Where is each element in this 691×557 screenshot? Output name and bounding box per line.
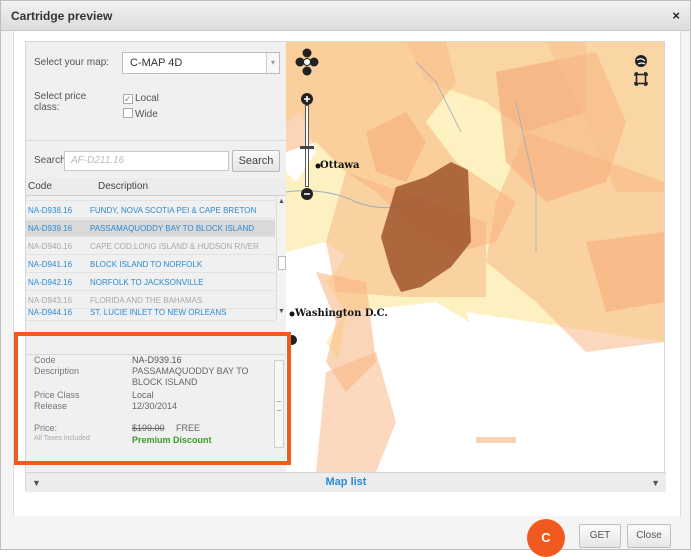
map-list-bar[interactable]: ▼ Map list ▼	[26, 472, 666, 492]
step-badge: C	[527, 519, 565, 557]
list-header: Code Description	[26, 178, 286, 196]
checkbox-icon[interactable]	[123, 108, 133, 118]
list-row-partial	[26, 196, 275, 201]
map-select[interactable]: C-MAP 4D ▾	[122, 52, 280, 74]
dropdown-arrow-icon[interactable]: ▾	[266, 53, 279, 73]
row-code: NA-D942.16	[28, 278, 73, 287]
detail-price-class-label: Price Class	[34, 390, 80, 400]
map-label-washington: Washington D.C.	[295, 308, 388, 319]
left-panel: Select your map: C-MAP 4D ▾ Select price…	[26, 42, 286, 472]
row-code: NA-D944.16	[28, 308, 73, 317]
map-view[interactable]: Ottawa Washington D.C.	[286, 42, 664, 472]
close-icon[interactable]: ×	[672, 8, 680, 23]
map-canvas	[286, 42, 664, 472]
details-scrollbar[interactable]	[274, 360, 284, 448]
get-button[interactable]: GET	[579, 524, 621, 548]
detail-release-value: 12/30/2014	[132, 401, 178, 411]
row-code: NA-D941.16	[28, 260, 73, 269]
search-button[interactable]: Search	[232, 150, 280, 172]
option-local-label: Local	[135, 93, 159, 104]
col-code: Code	[28, 181, 52, 192]
map-label-ottawa: Ottawa	[320, 160, 360, 171]
row-code: NA-D938.16	[28, 206, 73, 215]
zoom-slider-thumb[interactable]	[300, 146, 314, 149]
scroll-thumb[interactable]	[278, 256, 286, 270]
option-wide-label: Wide	[135, 109, 158, 120]
detail-code-value: NA-D939.16	[132, 355, 182, 365]
row-code: NA-D940.16	[28, 242, 73, 251]
list-scrollbar[interactable]: ▲ ▼	[276, 196, 286, 320]
detail-new-price: FREE	[176, 423, 201, 433]
scroll-down-icon[interactable]: ▼	[278, 308, 285, 315]
close-button[interactable]: Close	[627, 524, 671, 548]
list-row-NA-D940[interactable]: NA-D940.16 CAPE COD,LONG ISLAND & HUDSON…	[26, 238, 275, 255]
list-row-NA-D938[interactable]: NA-D938.16 FUNDY, NOVA SCOTIA PEI & CAPE…	[26, 202, 275, 219]
detail-taxes-note: All Taxes included	[34, 435, 90, 442]
detail-price-label: Price:	[34, 423, 58, 433]
list-row-NA-D939[interactable]: NA-D939.16 PASSAMAQUODDY BAY TO BLOCK IS…	[26, 220, 275, 237]
detail-code-label: Code	[34, 355, 56, 365]
divider	[26, 140, 286, 141]
cartridge-details: Code NA-D939.16 Description PASSAMAQUODD…	[26, 354, 286, 466]
cartridge-list: NA-D938.16 FUNDY, NOVA SCOTIA PEI & CAPE…	[26, 196, 275, 316]
col-description: Description	[98, 181, 149, 192]
row-code: NA-D939.16	[28, 224, 73, 233]
map-list-label[interactable]: Map list	[26, 476, 666, 488]
map-select-value: C-MAP 4D	[130, 57, 183, 69]
dialog-title: Cartridge preview	[11, 9, 113, 23]
detail-description-value: PASSAMAQUODDY BAY TO	[132, 366, 249, 376]
scroll-up-icon[interactable]: ▲	[278, 198, 285, 205]
row-desc: ST. LUCIE INLET TO NEW ORLEANS	[90, 308, 227, 317]
map-select-label: Select your map:	[34, 57, 110, 68]
row-desc: NORFOLK TO JACKSONVILLE	[90, 278, 204, 287]
row-desc: CAPE COD,LONG ISLAND & HUDSON RIVER	[90, 242, 259, 251]
cartridge-preview-dialog: Cartridge preview × Select your map: C-M…	[0, 0, 691, 557]
row-desc: BLOCK ISLAND TO NORFOLK	[90, 260, 203, 269]
list-row-NA-D944[interactable]: NA-D944.16 ST. LUCIE INLET TO NEW ORLEAN…	[26, 304, 275, 321]
collapse-right-icon[interactable]: ▼	[651, 478, 660, 488]
list-row-NA-D942[interactable]: NA-D942.16 NORFOLK TO JACKSONVILLE	[26, 274, 275, 291]
row-desc: FUNDY, NOVA SCOTIA PEI & CAPE BRETON	[90, 206, 257, 215]
price-class-label-2: class:	[34, 102, 60, 113]
detail-release-label: Release	[34, 401, 68, 411]
detail-old-price: $199.00	[132, 423, 165, 433]
search-input[interactable]: AF-D211.16	[64, 151, 229, 171]
list-row-NA-D941[interactable]: NA-D941.16 BLOCK ISLAND TO NORFOLK	[26, 256, 275, 273]
detail-price-class-value: Local	[132, 390, 154, 400]
checkbox-icon[interactable]: ✓	[123, 94, 133, 104]
row-desc: PASSAMAQUODDY BAY TO BLOCK ISLAND	[90, 224, 255, 233]
detail-discount: Premium Discount	[132, 435, 212, 445]
option-wide[interactable]: Wide	[123, 108, 158, 120]
detail-description-value-2: BLOCK ISLAND	[132, 377, 198, 387]
option-local[interactable]: ✓ Local	[123, 93, 159, 104]
price-class-label: Select price	[34, 91, 87, 102]
title-bar: Cartridge preview ×	[1, 1, 690, 31]
scroll-grip[interactable]	[277, 401, 281, 411]
detail-description-label: Description	[34, 366, 80, 376]
